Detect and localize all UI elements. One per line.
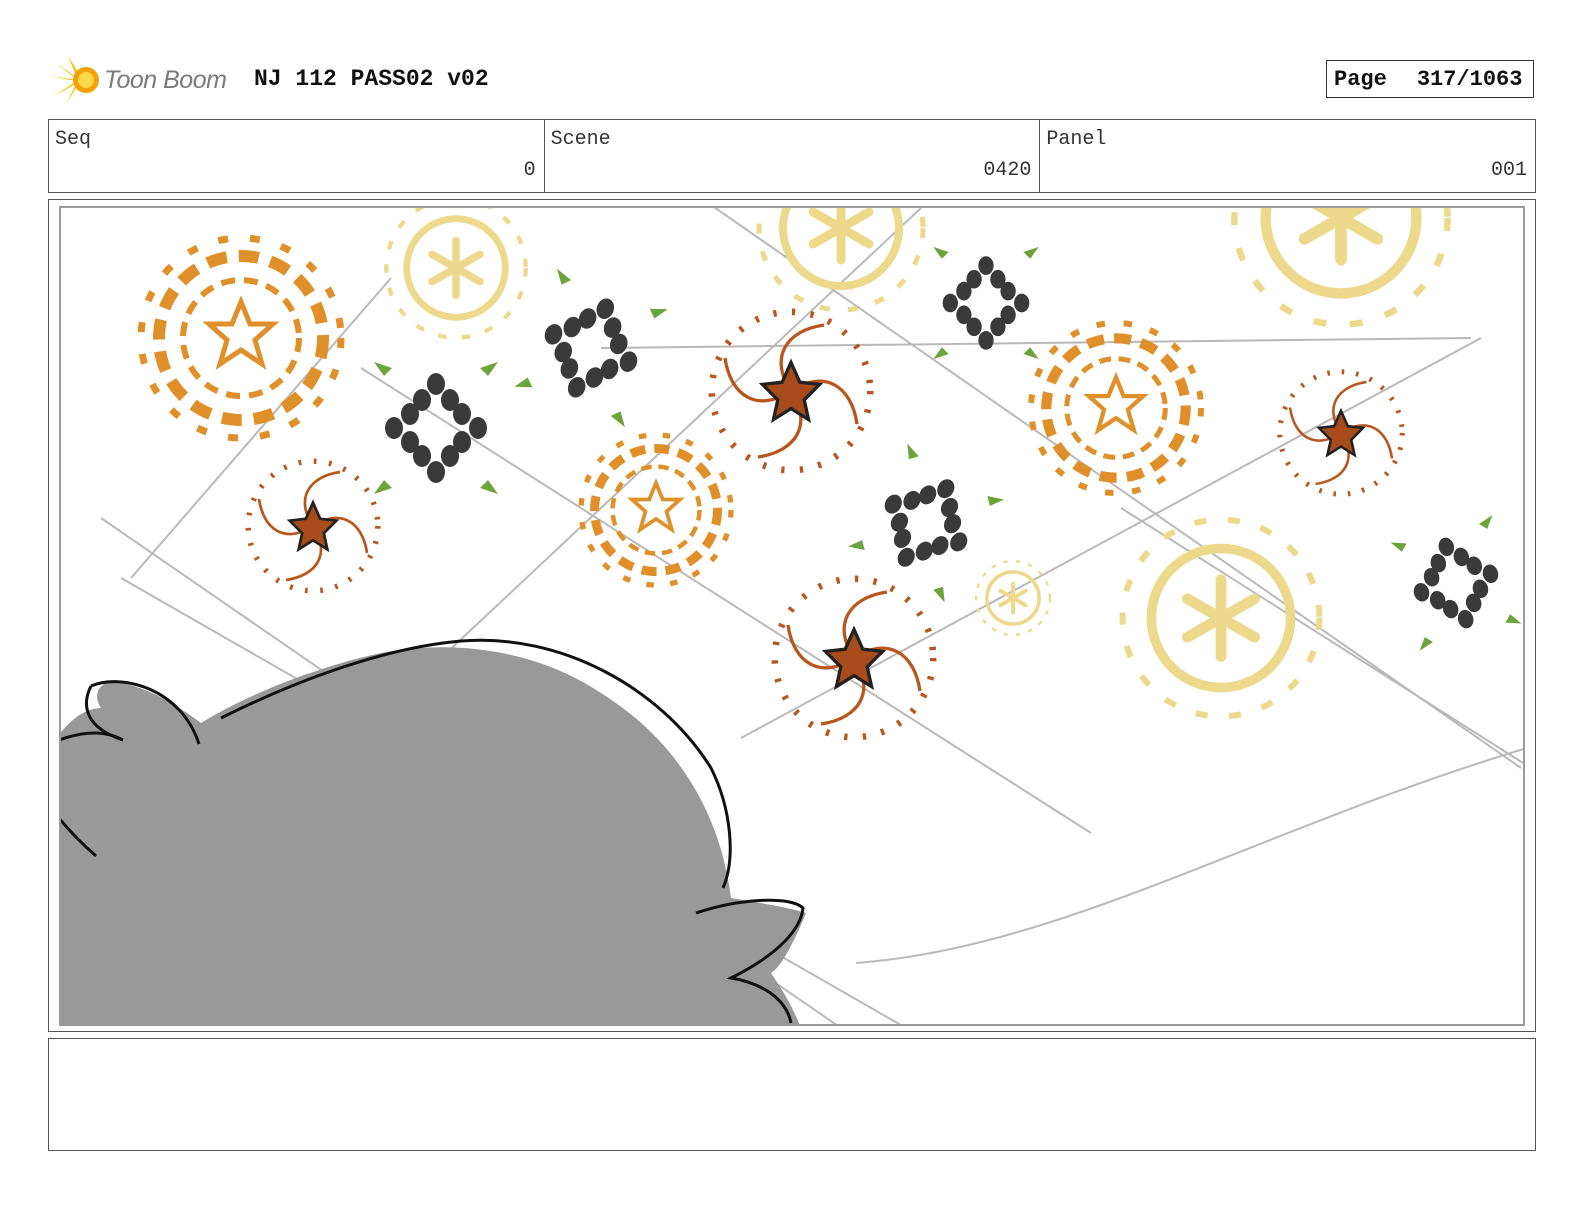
panel-cell: Panel 001: [1040, 120, 1535, 192]
rust-pinwheel-firework: [775, 579, 933, 737]
rust-pinwheel-firework: [248, 461, 378, 591]
sun-firework: [386, 208, 525, 338]
toon-boom-logo: Toon Boom: [50, 52, 240, 108]
rust-pinwheel-firework: [712, 312, 870, 470]
panel-value: 001: [1491, 159, 1528, 182]
orange-firework: [141, 238, 341, 438]
page-counter: Page 317/1063: [1326, 60, 1534, 98]
storyboard-drawing: [59, 206, 1525, 1026]
dark-dot-firework: [847, 443, 1005, 603]
scene-cell: Scene 0420: [545, 120, 1041, 192]
panel-label: Panel: [1046, 128, 1107, 151]
starburst-icon: [50, 56, 99, 104]
seq-cell: Seq 0: [49, 120, 545, 192]
seq-value: 0: [523, 159, 536, 182]
sun-firework: [1234, 208, 1447, 325]
character-head-silhouette: [61, 638, 806, 1024]
document-title: NJ 112 PASS02 v02: [254, 66, 489, 92]
seq-label: Seq: [55, 128, 92, 151]
scene-value: 0420: [983, 159, 1032, 182]
drawing-canvas: [61, 208, 1523, 1024]
logo-text: Toon Boom: [104, 66, 227, 94]
info-row: Seq 0 Scene 0420 Panel 001: [48, 119, 1536, 193]
page-value: 317/1063: [1416, 66, 1523, 92]
sun-firework: [976, 561, 1050, 635]
page-label: Page: [1334, 66, 1387, 92]
dark-dot-firework: [374, 362, 498, 494]
panel-notes-box: [48, 1038, 1536, 1151]
orange-firework: [1031, 323, 1201, 493]
sun-firework: [1123, 520, 1320, 717]
scene-label: Scene: [550, 128, 611, 151]
dark-dot-firework: [1390, 515, 1522, 651]
